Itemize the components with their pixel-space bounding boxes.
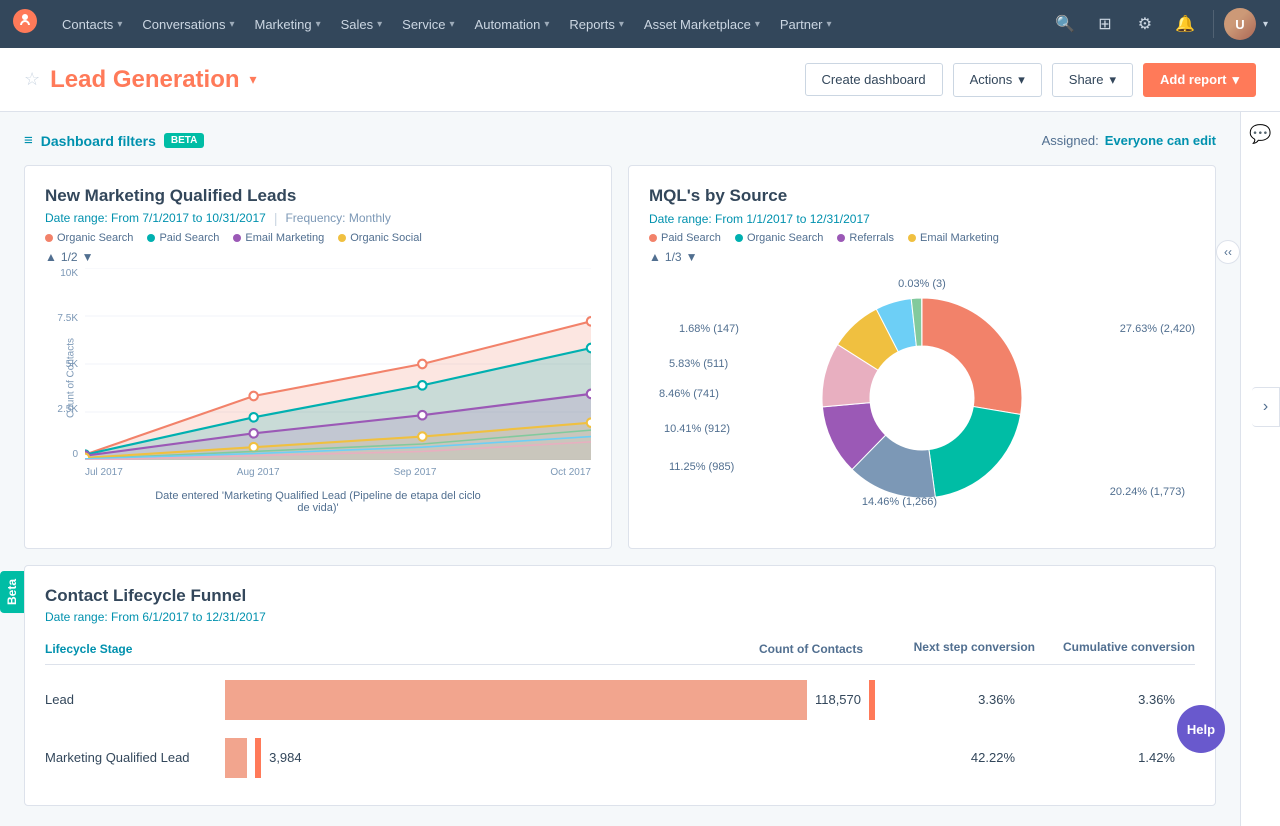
mql-chart-x-label: Date entered 'Marketing Qualified Lead (… [45, 490, 591, 514]
add-report-button[interactable]: Add report ▾ [1143, 63, 1256, 97]
mql-chart-legend: Organic Search Paid Search Email Marketi… [45, 232, 591, 244]
beta-badge: BETA [164, 133, 204, 148]
filters-bar: ≡ Dashboard filters BETA Assigned: Every… [24, 132, 1216, 149]
pie-chart-container: 0.03% (3) 1.68% (147) 5.83% (511) 8.46% … [649, 268, 1195, 528]
share-button[interactable]: Share ▾ [1052, 63, 1133, 97]
star-icon[interactable]: ☆ [24, 69, 40, 90]
create-dashboard-button[interactable]: Create dashboard [805, 63, 943, 96]
nav-service[interactable]: Service▾ [392, 0, 464, 48]
funnel-count-lead: 118,570 [815, 692, 861, 707]
mql-source-date: Date range: From 1/1/2017 to 12/31/2017 [649, 212, 870, 226]
funnel-title: Contact Lifecycle Funnel [45, 586, 1195, 606]
source-pagination-up-icon[interactable]: ▲ [649, 250, 661, 264]
legend-email-marketing: Email Marketing [908, 232, 999, 244]
mql-chart-date: Date range: From 7/1/2017 to 10/31/2017 [45, 211, 266, 225]
chat-icon[interactable]: 💬 [1249, 124, 1271, 145]
nav-automation[interactable]: Automation▾ [465, 0, 560, 48]
notification-icon[interactable]: 🔔 [1167, 6, 1203, 42]
funnel-row-lead: Lead 118,570 3.36% 3.36% [45, 673, 1195, 727]
settings-icon[interactable]: ⚙ [1127, 6, 1163, 42]
nav-asset-marketplace[interactable]: Asset Marketplace▾ [634, 0, 770, 48]
nav-marketing[interactable]: Marketing▾ [244, 0, 330, 48]
actions-button[interactable]: Actions ▾ [953, 63, 1042, 97]
legend-organic-search: Organic Search [735, 232, 823, 244]
nav-sales[interactable]: Sales▾ [331, 0, 393, 48]
funnel-cumulative-mql: 1.42% [1035, 750, 1195, 765]
funnel-header-lifecycle: Lifecycle Stage [45, 642, 225, 656]
top-nav: Contacts▾ Conversations▾ Marketing▾ Sale… [0, 0, 1280, 48]
legend-item-organic-search: Organic Search [45, 232, 133, 244]
grid-icon[interactable]: ⊞ [1087, 6, 1123, 42]
y-label-0: 0 [72, 449, 78, 460]
nav-contacts[interactable]: Contacts▾ [52, 0, 132, 48]
mql-chart-freq: Frequency: Monthly [285, 211, 390, 225]
mql-line-chart-card: New Marketing Qualified Leads Date range… [24, 165, 612, 549]
mql-source-title: MQL's by Source [649, 186, 1195, 206]
x-label-sep: Sep 2017 [394, 467, 437, 478]
funnel-next-mql: 42.22% [875, 750, 1035, 765]
add-report-chevron-icon: ▾ [1232, 72, 1239, 88]
source-pagination-down-icon[interactable]: ▼ [686, 250, 698, 264]
funnel-cumulative-lead: 3.36% [1035, 692, 1195, 707]
help-button[interactable]: Help [1177, 705, 1225, 753]
search-icon[interactable]: 🔍 [1047, 6, 1083, 42]
assigned-label: Assigned: [1042, 133, 1099, 148]
mql-line-chart-svg [85, 268, 591, 460]
title-dropdown-icon[interactable]: ▾ [250, 71, 257, 88]
y-label-10k: 10K [60, 268, 78, 279]
funnel-label-mql: Marketing Qualified Lead [45, 731, 225, 785]
funnel-header-next: Next step conversion [875, 640, 1035, 656]
funnel-header-count: Count of Contacts [225, 642, 875, 656]
avatar[interactable]: U [1224, 8, 1256, 40]
collapse-left-button[interactable]: ‹‹ [1216, 240, 1240, 264]
funnel-label-lead: Lead [45, 673, 225, 727]
nav-conversations[interactable]: Conversations▾ [132, 0, 244, 48]
nav-divider [1213, 10, 1214, 38]
dashboard-filters-label[interactable]: Dashboard filters [41, 133, 156, 149]
mql-source-legend: Paid Search Organic Search Referrals Ema… [649, 232, 1195, 244]
funnel-count-mql: 3,984 [269, 750, 302, 765]
legend-referrals: Referrals [837, 232, 894, 244]
x-label-jul: Jul 2017 [85, 467, 123, 478]
x-label-aug: Aug 2017 [237, 467, 280, 478]
mql-source-pie-svg [762, 268, 1082, 528]
pagination-down-icon[interactable]: ▼ [82, 250, 94, 264]
mql-chart-title: New Marketing Qualified Leads [45, 186, 591, 206]
mql-source-pagination: ▲ 1/3 ▼ [649, 250, 1195, 264]
avatar-chevron[interactable]: ▾ [1263, 19, 1268, 30]
legend-item-organic-social: Organic Social [338, 232, 422, 244]
funnel-date-range: Date range: From 6/1/2017 to 12/31/2017 [45, 610, 1195, 624]
page-title: Lead Generation [50, 66, 239, 94]
beta-tab[interactable]: Beta [0, 571, 24, 613]
y-label-25k: 2.5K [57, 404, 78, 415]
y-label-5k: 5K [66, 359, 78, 370]
pagination-up-icon[interactable]: ▲ [45, 250, 57, 264]
filter-icon: ≡ [24, 132, 33, 149]
actions-chevron-icon: ▾ [1018, 72, 1025, 88]
y-label-75k: 7.5K [57, 313, 78, 324]
assigned-value[interactable]: Everyone can edit [1105, 133, 1216, 148]
legend-item-paid-search: Paid Search [147, 232, 219, 244]
legend-item-email-marketing: Email Marketing [233, 232, 324, 244]
nav-reports[interactable]: Reports▾ [559, 0, 634, 48]
funnel-card: Contact Lifecycle Funnel Date range: Fro… [24, 565, 1216, 806]
next-panel-button[interactable]: › [1252, 387, 1280, 427]
mql-source-card: MQL's by Source Date range: From 1/1/201… [628, 165, 1216, 549]
header-bar: ☆ Lead Generation ▾ Create dashboard Act… [0, 48, 1280, 112]
hubspot-logo[interactable] [12, 8, 38, 40]
legend-paid-search: Paid Search [649, 232, 721, 244]
right-panel: 💬 [1240, 112, 1280, 826]
funnel-next-lead: 3.36% [875, 692, 1035, 707]
share-chevron-icon: ▾ [1109, 72, 1116, 88]
mql-chart-pagination: ▲ 1/2 ▼ [45, 250, 591, 264]
x-label-oct: Oct 2017 [550, 467, 591, 478]
nav-partner[interactable]: Partner▾ [770, 0, 842, 48]
funnel-header-cumulative: Cumulative conversion [1035, 640, 1195, 656]
funnel-row-mql: Marketing Qualified Lead 3,984 42.22% 1.… [45, 731, 1195, 785]
